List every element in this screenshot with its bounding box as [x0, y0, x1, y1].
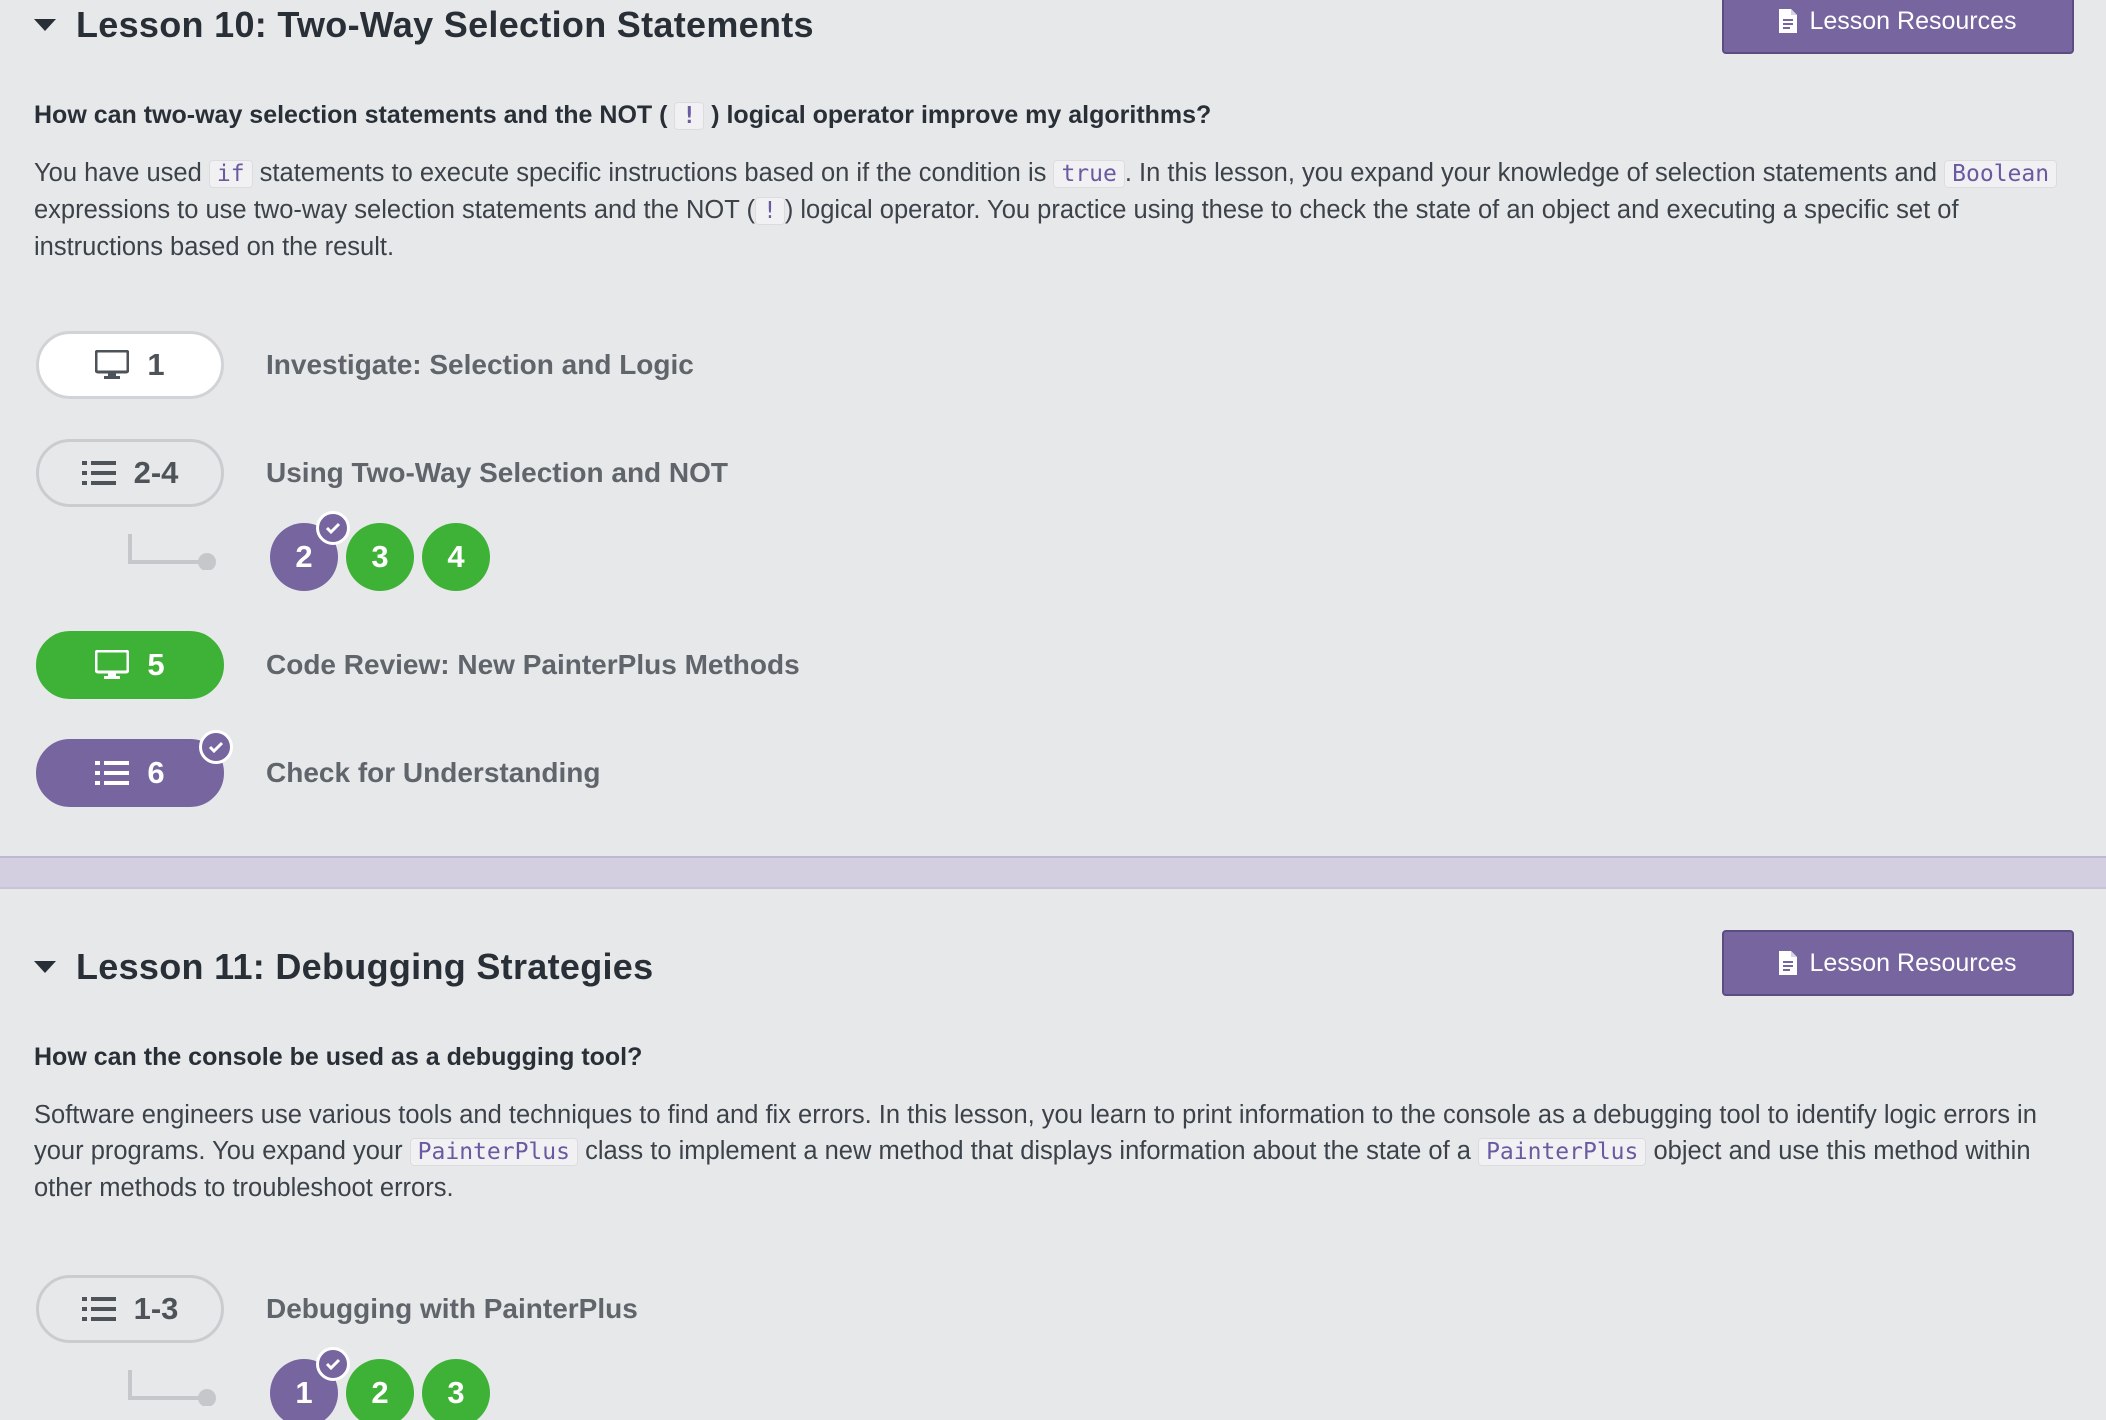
step-label-check-understanding[interactable]: Check for Understanding	[266, 757, 600, 789]
lesson-10-resources-button[interactable]: Lesson Resources	[1722, 0, 2074, 54]
sublevel-number: 3	[371, 539, 389, 574]
resources-button-label: Lesson Resources	[1809, 948, 2017, 977]
checkmark-icon	[199, 730, 233, 764]
list-icon	[95, 760, 130, 786]
lesson-11-title[interactable]: Lesson 11: Debugging Strategies	[76, 946, 653, 988]
lesson-10-header[interactable]: Lesson 10: Two-Way Selection Statements	[34, 4, 814, 46]
sublevel-bubble-3[interactable]: 3	[346, 523, 414, 591]
step-number: 6	[147, 755, 165, 790]
step-row-1: 1 Investigate: Selection and Logic	[36, 331, 694, 399]
lesson-11-question: How can the console be used as a debuggi…	[34, 1043, 643, 1071]
lesson-11-description: Software engineers use various tools and…	[34, 1097, 2084, 1206]
step-row-6: 6 Check for Understanding	[36, 730, 600, 807]
lesson-10-description: You have used if statements to execute s…	[34, 155, 2084, 265]
checkmark-icon	[316, 511, 350, 545]
sublevel-bubble-1[interactable]: 1	[270, 1347, 350, 1420]
question-text: How can two-way selection statements and…	[34, 101, 668, 129]
step-row-1-3: 1-3 Debugging with PainterPlus	[36, 1275, 638, 1343]
step-label-code-review[interactable]: Code Review: New PainterPlus Methods	[266, 649, 800, 681]
step-pill-6[interactable]: 6	[36, 730, 233, 807]
painterplus-code: PainterPlus	[1478, 1138, 1647, 1166]
lesson-11-section: Lesson 11: Debugging Strategies Lesson R…	[0, 889, 2106, 1420]
not-operator-code: !	[674, 102, 705, 130]
document-icon	[1779, 9, 1798, 33]
sublevel-connector	[128, 1370, 216, 1406]
sublevel-bubbles: 1 2 3	[270, 1347, 498, 1420]
sublevel-number: 2	[371, 1375, 389, 1410]
step-pill-1[interactable]: 1	[36, 331, 224, 399]
sublevel-bubble-2[interactable]: 2	[346, 1359, 414, 1420]
question-text: ) logical operator improve my algorithms…	[711, 101, 1212, 129]
sublevel-number: 3	[447, 1375, 465, 1410]
description-text: statements to execute specific instructi…	[252, 159, 1054, 187]
monitor-icon	[95, 350, 130, 380]
lesson-11-header[interactable]: Lesson 11: Debugging Strategies	[34, 946, 653, 988]
sublevel-number: 2	[295, 539, 313, 574]
sublevel-number: 1	[295, 1375, 313, 1410]
sublevel-connector	[128, 534, 216, 570]
description-text: . In this lesson, you expand your knowle…	[1124, 159, 1945, 187]
true-code: true	[1053, 160, 1125, 188]
if-code: if	[208, 160, 253, 188]
list-icon	[81, 460, 116, 486]
step-row-5: 5 Code Review: New PainterPlus Methods	[36, 631, 800, 699]
sublevel-bubble-4[interactable]: 4	[422, 523, 490, 591]
step-label-investigate[interactable]: Investigate: Selection and Logic	[266, 349, 694, 381]
lesson-11-resources-button[interactable]: Lesson Resources	[1722, 930, 2074, 996]
step-number: 1	[147, 347, 165, 382]
step-label-debugging[interactable]: Debugging with PainterPlus	[266, 1293, 638, 1325]
lesson-10-question: How can two-way selection statements and…	[34, 101, 1211, 130]
lesson-divider	[0, 856, 2106, 889]
sublevel-bubble-2[interactable]: 2	[270, 511, 350, 591]
sublevel-bubbles: 2 3 4	[270, 511, 498, 591]
collapse-caret-icon[interactable]	[34, 961, 56, 973]
resources-button-label: Lesson Resources	[1809, 6, 2017, 35]
sublevel-bubble-3[interactable]: 3	[422, 1359, 490, 1420]
lesson-10-section: Lesson 10: Two-Way Selection Statements …	[0, 0, 2106, 856]
step-number: 2-4	[133, 455, 179, 490]
step-number: 1-3	[133, 1291, 179, 1326]
monitor-icon	[95, 650, 130, 680]
step-row-2-4: 2-4 Using Two-Way Selection and NOT	[36, 439, 728, 507]
step-pill-2-4[interactable]: 2-4	[36, 439, 224, 507]
step-label-two-way[interactable]: Using Two-Way Selection and NOT	[266, 457, 728, 489]
collapse-caret-icon[interactable]	[34, 19, 56, 31]
description-text: expressions to use two-way selection sta…	[34, 196, 755, 224]
description-text: class to implement a new method that dis…	[577, 1137, 1479, 1165]
checkmark-icon	[316, 1347, 350, 1381]
step-pill-5[interactable]: 5	[36, 631, 224, 699]
not-operator-code: !	[754, 197, 785, 225]
lesson-10-title[interactable]: Lesson 10: Two-Way Selection Statements	[76, 4, 814, 46]
document-icon	[1779, 951, 1798, 975]
list-icon	[81, 1296, 116, 1322]
painterplus-code: PainterPlus	[409, 1138, 578, 1166]
step-number: 5	[147, 647, 165, 682]
sublevel-number: 4	[447, 539, 465, 574]
boolean-code: Boolean	[1944, 160, 2058, 188]
description-text: You have used	[34, 159, 209, 187]
step-pill-1-3[interactable]: 1-3	[36, 1275, 224, 1343]
